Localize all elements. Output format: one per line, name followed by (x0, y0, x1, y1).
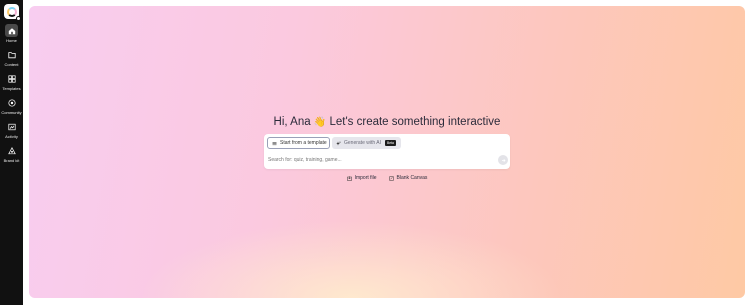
action-label: Blank Canvas (396, 175, 428, 181)
genially-logo-icon[interactable] (4, 4, 21, 21)
sidebar: Home Content Templates Community Activit (0, 0, 23, 305)
blank-canvas-button[interactable]: Blank Canvas (388, 175, 428, 181)
sidebar-item-label: Activity (5, 134, 18, 139)
canvas-icon (388, 176, 394, 180)
community-icon (5, 96, 18, 109)
sidebar-item-templates[interactable]: Templates (0, 72, 23, 91)
sparkle-icon (336, 140, 341, 145)
sidebar-item-home[interactable]: Home (0, 24, 23, 43)
templates-icon (5, 72, 18, 85)
greeting-text: Hi, Ana (273, 116, 311, 128)
home-icon (5, 24, 18, 37)
sidebar-item-label: Brand kit (3, 158, 20, 163)
headline-text: Let's create something interactive (329, 116, 501, 128)
tab-label: Generate with AI (344, 140, 381, 146)
list-icon (272, 141, 277, 145)
sidebar-item-label: Templates (2, 86, 21, 91)
activity-icon (5, 120, 18, 133)
logo-badge (16, 16, 21, 21)
folder-icon (5, 48, 18, 61)
waving-hand-icon: 👋 (313, 117, 327, 128)
sidebar-item-community[interactable]: Community (0, 96, 23, 115)
page-title: Hi, Ana 👋 Let's create something interac… (29, 116, 745, 128)
logo-ring (6, 6, 17, 17)
home-hero-panel: Hi, Ana 👋 Let's create something interac… (29, 6, 745, 298)
import-file-button[interactable]: Import file (346, 175, 377, 181)
sidebar-item-brand-kit[interactable]: Brand kit (0, 144, 23, 163)
beta-badge: Beta (384, 140, 396, 146)
quick-actions: Import file Blank Canvas (29, 175, 745, 181)
search-input[interactable] (268, 155, 488, 165)
create-search-box: Start from a template Generate with AI B… (264, 134, 510, 169)
sidebar-item-label: Community (1, 110, 22, 115)
search-submit-button[interactable] (498, 155, 508, 165)
tab-start-from-template[interactable]: Start from a template (267, 137, 330, 149)
sidebar-item-label: Content (4, 62, 19, 67)
tab-generate-with-ai[interactable]: Generate with AI Beta (332, 137, 401, 149)
sidebar-item-content[interactable]: Content (0, 48, 23, 67)
tab-label: Start from a template (280, 140, 327, 146)
sidebar-item-label: Home (6, 38, 17, 43)
app-window: Home Content Templates Community Activit (0, 0, 750, 305)
action-label: Import file (354, 175, 377, 181)
sidebar-item-activity[interactable]: Activity (0, 120, 23, 139)
brand-kit-icon (5, 144, 18, 157)
import-icon (346, 175, 352, 181)
arrow-right-icon (501, 158, 505, 162)
